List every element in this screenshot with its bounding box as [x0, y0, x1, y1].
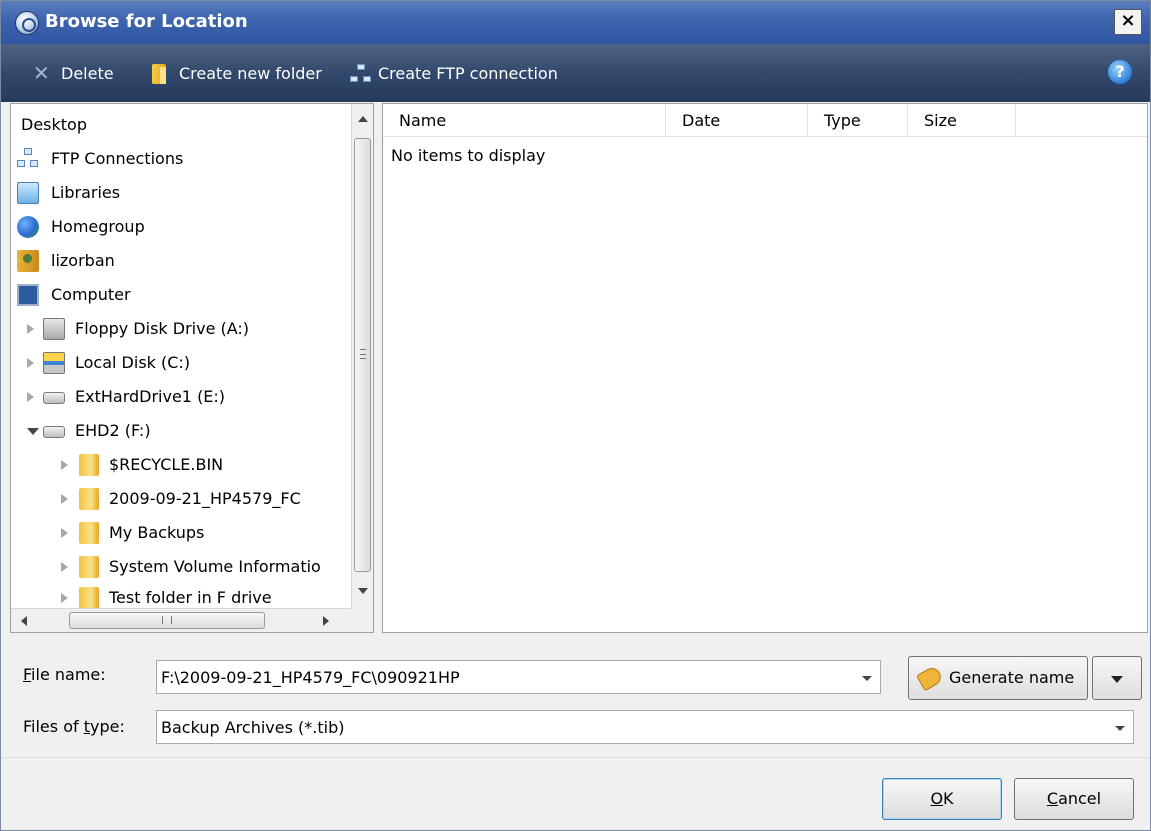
tree-item-label: $RECYCLE.BIN [109, 455, 224, 474]
tree-item-label: Floppy Disk Drive (A:) [75, 319, 250, 338]
delete-button[interactable]: Delete [31, 61, 131, 86]
delete-label: Delete [61, 64, 114, 83]
browse-dialog: Browse for Location × Delete Create new … [0, 0, 1151, 831]
tree-item-label: lizorban [51, 251, 115, 270]
column-header-type[interactable]: Type [808, 104, 908, 137]
generate-name-button[interactable]: Generate name [908, 656, 1088, 700]
network-icon [348, 62, 372, 86]
expand-arrow-icon[interactable] [61, 494, 68, 504]
toolbar: Delete Create new folder Create FTP conn… [1, 44, 1150, 102]
empty-list-message: No items to display [391, 146, 546, 165]
expand-arrow-icon[interactable] [61, 562, 68, 572]
hard-drive-icon [43, 392, 65, 404]
divider [1, 757, 1150, 758]
tree-item-label: System Volume Informatio [109, 557, 321, 576]
local-disk-icon [43, 352, 65, 374]
scroll-right-arrow-icon[interactable] [323, 616, 329, 626]
cancel-button[interactable]: Cancel [1014, 778, 1134, 820]
folder-icon [79, 454, 99, 476]
libraries-icon [17, 182, 39, 204]
new-folder-icon [149, 62, 173, 86]
tree-item-label: 2009-09-21_HP4579_FC [109, 489, 301, 508]
close-button[interactable]: × [1114, 9, 1142, 35]
file-name-dropdown-icon[interactable] [862, 676, 872, 681]
tree-item-label: Libraries [51, 183, 121, 202]
files-of-type-value: Backup Archives (*.tib) [161, 718, 345, 737]
file-name-input[interactable]: F:\2009-09-21_HP4579_FC\090921HP [156, 660, 881, 694]
user-folder-icon [17, 250, 39, 272]
tree-item-label: My Backups [109, 523, 205, 542]
file-name-label: File name: [23, 665, 106, 684]
folder-icon [79, 488, 99, 510]
scroll-corner [351, 608, 373, 632]
file-name-value: F:\2009-09-21_HP4579_FC\090921HP [161, 668, 460, 687]
column-header-date[interactable]: Date [666, 104, 808, 137]
file-list[interactable]: Name Date Type Size No items to display [382, 103, 1148, 633]
expand-arrow-icon[interactable] [61, 528, 68, 538]
expand-arrow-icon[interactable] [61, 460, 68, 470]
help-icon[interactable]: ? [1108, 60, 1132, 84]
generate-name-label: Generate name [949, 668, 1075, 687]
hard-drive-icon [43, 426, 65, 438]
computer-icon [17, 284, 39, 306]
files-of-type-label: Files of type: [23, 717, 125, 736]
ok-button[interactable]: OK [882, 778, 1002, 820]
folder-icon [79, 587, 99, 609]
tree-vertical-scrollbar[interactable] [351, 104, 373, 608]
title-bar: Browse for Location × [1, 1, 1150, 44]
create-new-folder-button[interactable]: Create new folder [149, 62, 349, 86]
window-title: Browse for Location [45, 11, 248, 32]
folder-tree[interactable]: Desktop FTP Connections Libraries Homegr… [10, 103, 374, 633]
tree-horizontal-scrollbar[interactable] [11, 608, 353, 632]
tag-icon [915, 664, 945, 692]
tree-item-label: Local Disk (C:) [75, 353, 191, 372]
expand-arrow-icon[interactable] [27, 358, 34, 368]
tree-item-label: Desktop [21, 115, 87, 134]
scroll-left-arrow-icon[interactable] [21, 616, 27, 626]
scroll-up-arrow-icon[interactable] [358, 116, 368, 122]
floppy-drive-icon [43, 318, 65, 340]
expand-arrow-icon[interactable] [27, 324, 34, 334]
expand-arrow-icon[interactable] [61, 593, 68, 603]
files-of-type-dropdown-icon[interactable] [1115, 726, 1125, 731]
scroll-thumb[interactable] [69, 612, 265, 629]
create-new-folder-label: Create new folder [179, 64, 322, 83]
scroll-down-arrow-icon[interactable] [358, 588, 368, 594]
tree-item-label: FTP Connections [51, 149, 184, 168]
column-header-name[interactable]: Name [383, 104, 666, 137]
app-icon [15, 11, 39, 35]
homegroup-icon [17, 216, 39, 238]
list-header: Name Date Type Size [383, 104, 1147, 137]
folder-icon [79, 522, 99, 544]
folder-icon [79, 556, 99, 578]
create-ftp-connection-label: Create FTP connection [378, 64, 558, 83]
tree-item-label: ExtHardDrive1 (E:) [75, 387, 226, 406]
expand-arrow-icon[interactable] [27, 392, 34, 402]
tree-item-label: EHD2 (F:) [75, 421, 151, 440]
column-header-size[interactable]: Size [908, 104, 1016, 137]
generate-name-dropdown-button[interactable] [1092, 656, 1142, 700]
tree-item-label: Computer [51, 285, 131, 304]
ftp-connections-icon [17, 148, 39, 170]
collapse-arrow-icon[interactable] [27, 428, 39, 440]
delete-icon [31, 61, 55, 86]
scroll-thumb[interactable] [354, 138, 371, 572]
tree-item-label: Homegroup [51, 217, 145, 236]
create-ftp-connection-button[interactable]: Create FTP connection [348, 62, 608, 86]
files-of-type-select[interactable]: Backup Archives (*.tib) [156, 710, 1134, 744]
